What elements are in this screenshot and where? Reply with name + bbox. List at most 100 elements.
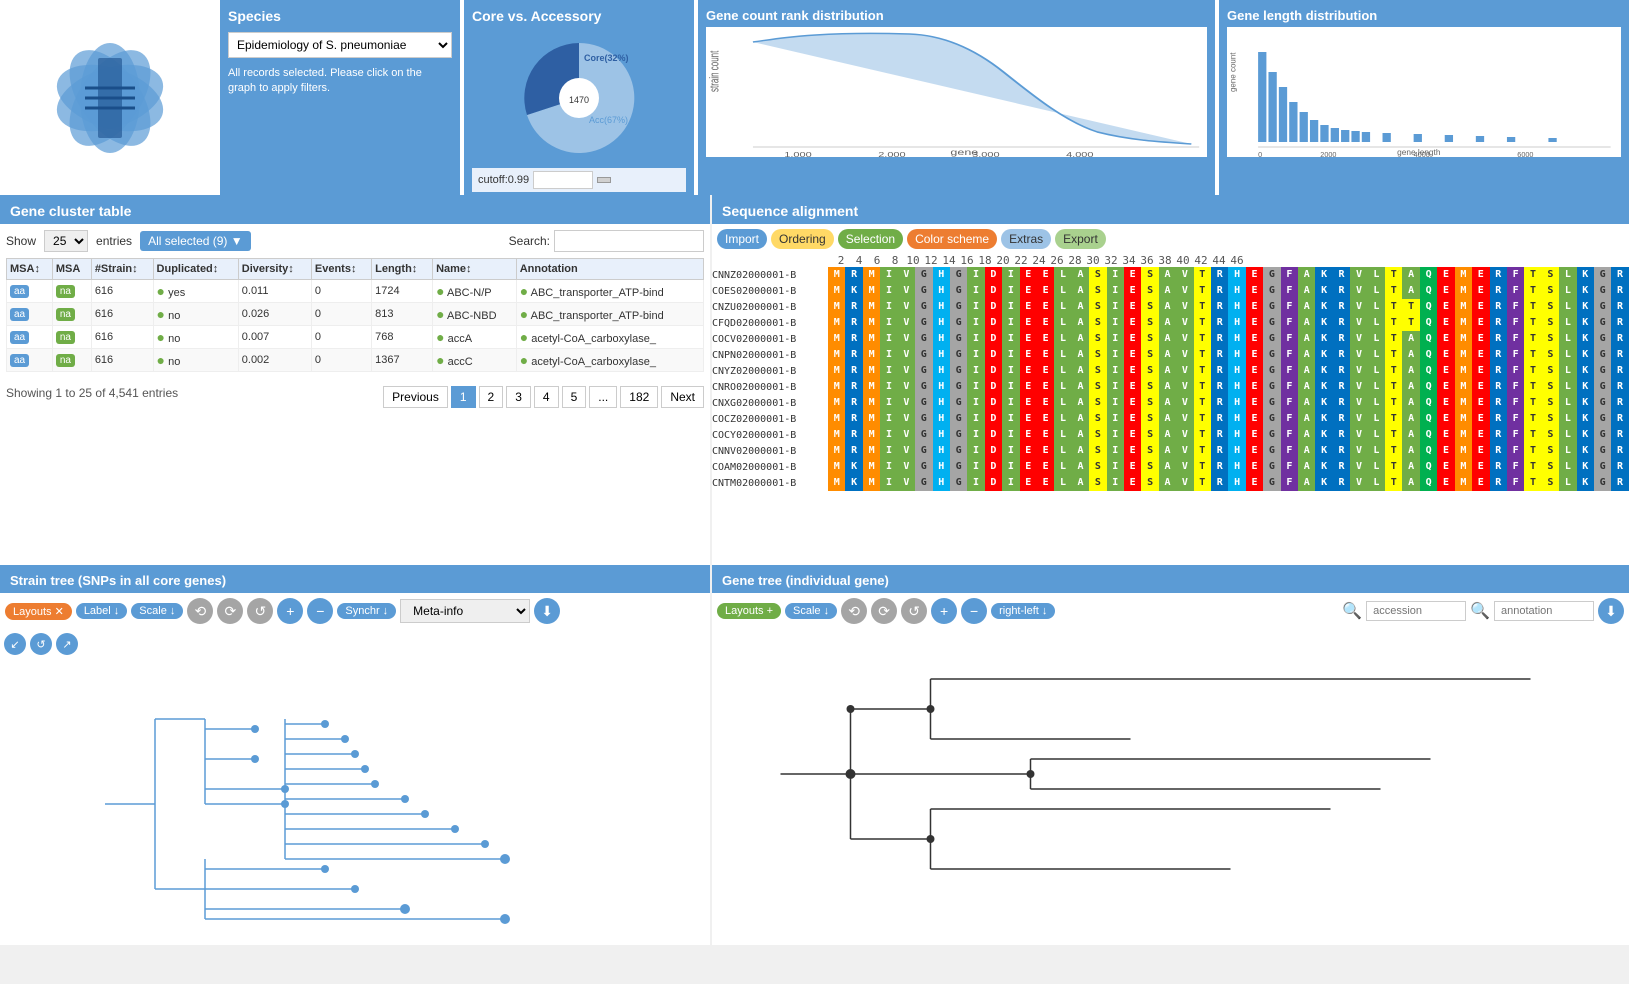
cutoff-button[interactable]	[597, 177, 611, 183]
seq-row[interactable]: COAM02000001-BMKMIVGHGIDIEELASIESAVTRHEG…	[712, 459, 1629, 475]
page-182-button[interactable]: 182	[620, 386, 658, 408]
color-scheme-button[interactable]: Color scheme	[907, 229, 997, 249]
zoom-out-icon[interactable]: −	[307, 598, 333, 624]
cell-badge1[interactable]: aa	[7, 326, 53, 349]
import-button[interactable]: Import	[717, 229, 767, 249]
seq-row[interactable]: COCV02000001-BMRMIVGHGIDIEELASIESAVTRHEG…	[712, 331, 1629, 347]
annotation-search-input[interactable]	[1494, 601, 1594, 621]
gene-layouts-button[interactable]: Layouts +	[717, 603, 781, 619]
pie-chart[interactable]: 1470 Core(32%) Acc(67%)	[472, 28, 686, 168]
seq-row[interactable]: CNNZ02000001-BMRMIVGHGIDIEELASIESAVTRHEG…	[712, 267, 1629, 283]
col-diversity[interactable]: Diversity↕	[238, 259, 311, 280]
gene-length-chart[interactable]: gene count	[1227, 27, 1621, 157]
seq-residue: M	[828, 283, 845, 299]
strain-tree-canvas[interactable]	[0, 659, 710, 945]
reset-icon[interactable]: ↺	[247, 598, 273, 624]
page-4-button[interactable]: 4	[534, 386, 559, 408]
synchr-button[interactable]: Synchr ↓	[337, 603, 396, 619]
seq-row[interactable]: CNRO02000001-BMRMIVGHGIDIEELASIESAVTRHEG…	[712, 379, 1629, 395]
species-dropdown[interactable]: Epidemiology of S. pneumoniae	[228, 32, 452, 58]
table-row[interactable]: aa na 616 ● no 0.007 0 768 ● accA ● acet…	[7, 326, 704, 349]
next-button[interactable]: Next	[661, 386, 704, 408]
seq-row[interactable]: CNPN02000001-BMRMIVGHGIDIEELASIESAVTRHEG…	[712, 347, 1629, 363]
seq-row[interactable]: COES02000001-BMKMIVGHGIDIEELASIESAVTRHEG…	[712, 283, 1629, 299]
gene-scale-button[interactable]: Scale ↓	[785, 603, 837, 619]
table-row[interactable]: aa na 616 ● no 0.026 0 813 ● ABC-NBD ● A…	[7, 303, 704, 326]
page-1-button[interactable]: 1	[451, 386, 476, 408]
cell-badge1[interactable]: aa	[7, 280, 53, 303]
seq-row[interactable]: COCY02000001-BMRMIVGHGIDIEELASIESAVTRHEG…	[712, 427, 1629, 443]
download-tree-button[interactable]: ⬇	[534, 598, 560, 624]
extras-button[interactable]: Extras	[1001, 229, 1051, 249]
cutoff-input[interactable]	[533, 171, 593, 189]
table-row[interactable]: aa na 616 ● yes 0.011 0 1724 ● ABC-N/P ●…	[7, 280, 704, 303]
seq-row[interactable]: CNNV02000001-BMRMIVGHGIDIEELASIESAVTRHEG…	[712, 443, 1629, 459]
seq-residue: A	[1072, 315, 1089, 331]
seq-residue: T	[1194, 427, 1211, 443]
gene-reset-icon[interactable]: ↺	[901, 598, 927, 624]
cell-strain: 616	[91, 349, 153, 372]
col-events[interactable]: Events↕	[311, 259, 371, 280]
page-5-button[interactable]: 5	[562, 386, 587, 408]
seq-residue: L	[1559, 427, 1576, 443]
gene-rightleft-button[interactable]: right-left ↓	[991, 603, 1055, 619]
gene-zoom-out-icon[interactable]: −	[961, 598, 987, 624]
col-length[interactable]: Length↕	[372, 259, 433, 280]
cell-badge2[interactable]: na	[52, 280, 91, 303]
rotate-left-icon[interactable]: ↙	[4, 633, 26, 655]
seq-residue: G	[1594, 363, 1611, 379]
gene-tree-canvas[interactable]	[712, 629, 1629, 919]
cell-badge1[interactable]: aa	[7, 303, 53, 326]
rotate-right-icon[interactable]: ↗	[56, 633, 78, 655]
seq-residue: T	[1385, 267, 1402, 283]
seq-row[interactable]: CNYZ02000001-BMRMIVGHGIDIEELASIESAVTRHEG…	[712, 363, 1629, 379]
selection-button[interactable]: Selection	[838, 229, 903, 249]
page-ellipsis-button[interactable]: ...	[589, 386, 617, 408]
seq-row[interactable]: CNXG02000001-BMRMIVGHGIDIEELASIESAVTRHEG…	[712, 395, 1629, 411]
seq-row[interactable]: CNTM02000001-BMKMIVGHGIDIEELASIESAVTRHEG…	[712, 475, 1629, 491]
meta-info-select[interactable]: Meta-info	[400, 599, 530, 623]
seq-row[interactable]: COCZ02000001-BMRMIVGHGIDIEELASIESAVTRHEG…	[712, 411, 1629, 427]
col-duplicated[interactable]: Duplicated↕	[153, 259, 238, 280]
col-msa1[interactable]: MSA↕	[7, 259, 53, 280]
rotate-center-icon[interactable]: ↺	[30, 633, 52, 655]
seq-residue: A	[1159, 299, 1176, 315]
collapse-icon[interactable]: ⟳	[217, 598, 243, 624]
show-select[interactable]: 25	[44, 230, 88, 252]
seq-residue: E	[1037, 475, 1054, 491]
prev-button[interactable]: Previous	[383, 386, 448, 408]
seq-residue: F	[1281, 379, 1298, 395]
gene-flip-icon[interactable]: ⟲	[841, 598, 867, 624]
seq-residue: G	[915, 363, 932, 379]
seq-row[interactable]: CNZU02000001-BMRMIVGHGIDIEELASIESAVTRHEG…	[712, 299, 1629, 315]
scale-button[interactable]: Scale ↓	[131, 603, 183, 619]
page-2-button[interactable]: 2	[479, 386, 504, 408]
col-name[interactable]: Name↕	[433, 259, 517, 280]
seq-residue: E	[1020, 363, 1037, 379]
cell-badge2[interactable]: na	[52, 326, 91, 349]
seq-residue: R	[1611, 443, 1628, 459]
col-msa2[interactable]: MSA	[52, 259, 91, 280]
col-strain[interactable]: #Strain↕	[91, 259, 153, 280]
cell-badge2[interactable]: na	[52, 349, 91, 372]
gene-zoom-in-icon[interactable]: +	[931, 598, 957, 624]
export-button[interactable]: Export	[1055, 229, 1106, 249]
download-gene-tree-button[interactable]: ⬇	[1598, 598, 1624, 624]
layouts-button[interactable]: Layouts ✕	[5, 603, 72, 620]
seq-residue: R	[1611, 331, 1628, 347]
flip-icon[interactable]: ⟲	[187, 598, 213, 624]
page-3-button[interactable]: 3	[506, 386, 531, 408]
all-selected-button[interactable]: All selected (9) ▼	[140, 231, 251, 251]
cell-badge2[interactable]: na	[52, 303, 91, 326]
gene-count-chart[interactable]: strain count 1,000 2,000 3,000 4,000 gen…	[706, 27, 1207, 157]
accession-search-input[interactable]	[1366, 601, 1466, 621]
ordering-button[interactable]: Ordering	[771, 229, 834, 249]
seq-row[interactable]: CFQD02000001-BMRMIVGHGIDIEELASIESAVTRHEG…	[712, 315, 1629, 331]
label-button[interactable]: Label ↓	[76, 603, 127, 619]
gene-collapse-icon[interactable]: ⟳	[871, 598, 897, 624]
search-input[interactable]	[554, 230, 704, 252]
zoom-in-icon[interactable]: +	[277, 598, 303, 624]
seq-residue: E	[1472, 443, 1489, 459]
cell-badge1[interactable]: aa	[7, 349, 53, 372]
table-row[interactable]: aa na 616 ● no 0.002 0 1367 ● accC ● ace…	[7, 349, 704, 372]
